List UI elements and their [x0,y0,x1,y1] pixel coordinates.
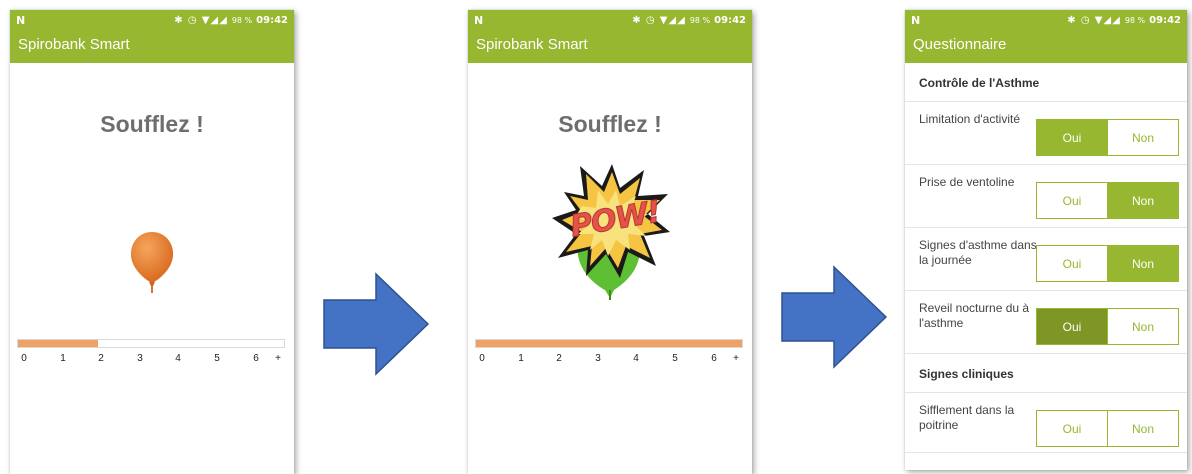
progress-tick-label: 6 [711,353,717,364]
progress-tick-label: 4 [633,353,639,364]
phone-screen-questionnaire: N ✱ ◷ ▼◢◢ 98 % 09:42 Questionnaire Contr… [905,10,1187,470]
blow-instruction: Soufflez ! [100,111,204,137]
question-row-night-waking: Reveil nocturne du à l'asthme Oui Non [905,291,1187,354]
progress-scale: 0 1 2 3 4 5 6 + [468,353,752,367]
question-label: Prise de ventoline [919,175,1015,189]
pow-burst-icon: POW! [550,162,672,302]
blow-instruction: Soufflez ! [558,111,662,137]
notification-icon: N [16,13,26,27]
progress-tick-label: 2 [556,353,562,364]
battery-level: 98 % [689,15,711,25]
yes-option[interactable]: Oui [1037,246,1107,281]
status-bar: N ✱ ◷ ▼◢◢ 98 % 09:42 [468,10,752,30]
yes-option[interactable]: Oui [1037,183,1107,218]
question-row-daytime-symptoms: Signes d'asthme dans la journée Oui Non [905,228,1187,291]
progress-tick-label: 4 [175,353,181,364]
phone-screen-balloon: N ✱ ◷ ▼◢◢ 98 % 09:42 Spirobank Smart Sou… [10,10,294,474]
no-option[interactable]: Non [1107,246,1178,281]
progress-tick-label: 3 [595,353,601,364]
no-option[interactable]: Non [1107,120,1178,155]
yes-no-toggle: Oui Non [1036,410,1179,447]
yes-option[interactable]: Oui [1037,120,1107,155]
progress-tick-label: + [733,353,739,364]
app-title: Spirobank Smart [10,30,294,63]
no-option[interactable]: Non [1107,309,1178,344]
progress-tick-label: 5 [214,353,220,364]
status-time: 09:42 [714,14,746,26]
system-status-icons: ✱ ◷ ▼◢◢ [174,14,228,26]
system-status-icons: ✱ ◷ ▼◢◢ [632,14,686,26]
section-clinical-signs: Signes cliniques [905,354,1187,393]
status-bar: N ✱ ◷ ▼◢◢ 98 % 09:42 [905,10,1187,30]
notification-icon: N [474,13,484,27]
progress-tick-label: 0 [21,353,27,364]
status-time: 09:42 [1149,14,1181,26]
progress-tick-label: 5 [672,353,678,364]
progress-tick-label: 6 [253,353,259,364]
status-bar: N ✱ ◷ ▼◢◢ 98 % 09:42 [10,10,294,30]
progress-tick-label: + [275,353,281,364]
progress-scale: 0 1 2 3 4 5 6 + [10,353,294,367]
progress-tick-label: 0 [479,353,485,364]
notification-icon: N [911,13,921,27]
progress-fill [18,340,98,347]
blow-progress-bar [17,339,285,348]
progress-tick-label: 3 [137,353,143,364]
question-label: Limitation d'activité [919,112,1021,126]
question-label: Reveil nocturne du à l'asthme [919,301,1030,330]
question-row-activity-limitation: Limitation d'activité Oui Non [905,102,1187,165]
app-title: Spirobank Smart [468,30,752,63]
system-status-icons: ✱ ◷ ▼◢◢ [1067,14,1121,26]
question-label: Sifflement dans la poitrine [919,403,1015,432]
battery-level: 98 % [1124,15,1146,25]
balloon-icon [128,230,176,294]
progress-tick-label: 1 [60,353,66,364]
progress-fill [476,340,742,347]
battery-level: 98 % [231,15,253,25]
section-asthma-control: Contrôle de l'Asthme [905,63,1187,102]
question-label: Signes d'asthme dans la journée [919,238,1037,267]
yes-no-toggle: Oui Non [1036,119,1179,156]
yes-option[interactable]: Oui [1037,411,1107,446]
question-row-ventolin: Prise de ventoline Oui Non [905,165,1187,228]
no-option[interactable]: Non [1107,411,1178,446]
yes-no-toggle: Oui Non [1036,245,1179,282]
blow-progress-bar [475,339,743,348]
yes-no-toggle: Oui Non [1036,182,1179,219]
right-arrow-icon [322,272,432,376]
phone-screen-pow: N ✱ ◷ ▼◢◢ 98 % 09:42 Spirobank Smart Sou… [468,10,752,474]
right-arrow-icon [780,265,890,369]
status-time: 09:42 [256,14,288,26]
yes-no-toggle: Oui Non [1036,308,1179,345]
no-option[interactable]: Non [1107,183,1178,218]
progress-tick-label: 2 [98,353,104,364]
app-title: Questionnaire [905,30,1187,63]
question-row-wheezing: Sifflement dans la poitrine Oui Non [905,393,1187,453]
yes-option[interactable]: Oui [1037,309,1107,344]
progress-tick-label: 1 [518,353,524,364]
